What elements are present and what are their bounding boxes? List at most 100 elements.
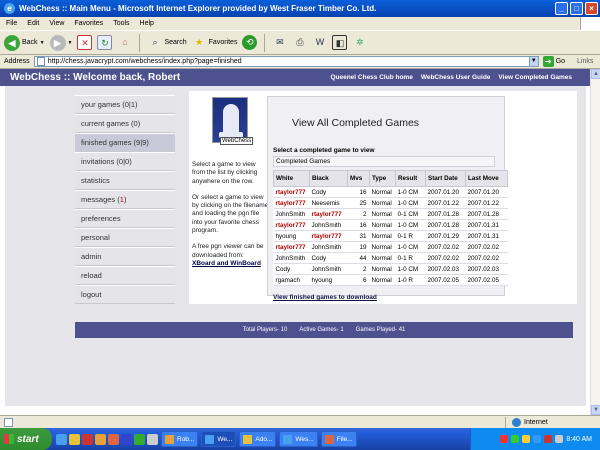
header-link-user-guide[interactable]: WebChess User Guide xyxy=(421,74,491,81)
menu-tools[interactable]: Tools xyxy=(113,20,129,27)
app-icon[interactable] xyxy=(95,433,106,445)
table-row[interactable]: rtaylor777 JohnSmith 19 Normal 1-0 CM 20… xyxy=(273,241,508,253)
menu-favorites[interactable]: Favorites xyxy=(74,20,103,27)
table-caption: Completed Games xyxy=(273,156,495,167)
close-icon[interactable]: × xyxy=(585,2,598,15)
sidebar-item-logout[interactable]: logout xyxy=(75,285,175,304)
taskbar-task[interactable]: Rob... xyxy=(161,431,199,447)
taskbar-task[interactable]: We... xyxy=(201,431,237,447)
sidebar-item-current-games[interactable]: current games (0) xyxy=(75,114,175,133)
messenger-icon[interactable]: ✲ xyxy=(352,35,367,50)
toolbar: ◀ Back ▼ ▶ ▼ ✕ ↻ ⌂ ⌕ Search ★ Favorites … xyxy=(0,30,600,55)
tray-icon[interactable] xyxy=(522,435,531,443)
window-title: WebChess :: Main Menu - Microsoft Intern… xyxy=(19,4,377,13)
header-link-completed-games[interactable]: View Completed Games xyxy=(498,74,572,81)
sidebar-item-invitations[interactable]: invitations (0|0) xyxy=(75,152,175,171)
start-button[interactable]: start xyxy=(0,428,52,450)
maximize-icon[interactable]: □ xyxy=(570,2,583,15)
menu-edit[interactable]: Edit xyxy=(27,20,39,27)
forward-button[interactable]: ▶ ▼ xyxy=(49,34,72,51)
sidebar-item-messages[interactable]: messages (1) xyxy=(75,190,175,209)
table-row[interactable]: rtaylor777 Neesemis 25 Normal 1-0 CM 200… xyxy=(273,197,508,209)
app-icon[interactable] xyxy=(147,433,158,445)
chevron-down-icon: ▼ xyxy=(39,39,45,46)
app-icon[interactable] xyxy=(108,433,119,445)
taskbar-task[interactable]: Ado... xyxy=(239,431,277,447)
edit-icon[interactable]: W xyxy=(312,35,327,50)
app-icon[interactable] xyxy=(82,433,93,445)
games-played: Games Played- 41 xyxy=(355,327,406,333)
intro-paragraph: Or select a game to view by clicking on … xyxy=(192,193,269,235)
window-titlebar: e WebChess :: Main Menu - Microsoft Inte… xyxy=(0,0,600,17)
star-icon: ★ xyxy=(195,37,204,47)
back-arrow-icon: ◀ xyxy=(4,34,20,51)
app-icon xyxy=(243,434,253,444)
address-url: http://chess.javacrypt.com/webchess/inde… xyxy=(47,58,242,65)
ie-icon[interactable] xyxy=(56,433,67,445)
refresh-icon[interactable]: ↻ xyxy=(97,35,113,50)
table-row[interactable]: rgamach hyoung 6 Normal 1-0 R 2007.02.05… xyxy=(273,274,508,286)
sidebar-menu: your games (0|1) current games (0) finis… xyxy=(75,95,175,304)
xboard-link[interactable]: XBoard and WinBoard xyxy=(192,260,261,267)
address-label: Address xyxy=(4,58,30,65)
go-button[interactable]: ➜ Go xyxy=(542,56,565,67)
page-icon xyxy=(4,417,13,427)
table-row[interactable]: JohnSmith rtaylor777 2 Normal 0-1 CM 200… xyxy=(273,208,508,220)
address-input[interactable]: http://chess.javacrypt.com/webchess/inde… xyxy=(33,56,539,67)
sidebar-item-admin[interactable]: admin xyxy=(75,247,175,266)
scroll-down-icon[interactable]: ▼ xyxy=(591,405,600,415)
sidebar-item-reload[interactable]: reload xyxy=(75,266,175,285)
mail-icon[interactable]: ✉ xyxy=(272,35,287,50)
stop-icon[interactable]: ✕ xyxy=(77,35,93,50)
games-table: White Black Mvs Type Result Start Date L… xyxy=(273,170,508,286)
table-row[interactable]: rtaylor777 Cody 16 Normal 1-0 CM 2007.01… xyxy=(273,186,508,198)
app-icon[interactable] xyxy=(134,433,145,445)
globe-icon xyxy=(512,418,521,427)
links-button[interactable]: Links xyxy=(577,58,593,65)
menu-help[interactable]: Help xyxy=(140,20,154,27)
vertical-scrollbar[interactable]: ▲ ▼ xyxy=(590,69,600,415)
folder-icon[interactable] xyxy=(69,433,80,445)
status-bar: Internet xyxy=(0,415,600,428)
page-title: WebChess :: Welcome back, Robert xyxy=(10,72,181,83)
sidebar-item-preferences[interactable]: preferences xyxy=(75,209,175,228)
menu-view[interactable]: View xyxy=(49,20,64,27)
sidebar-item-finished-games[interactable]: finished games (9|9) xyxy=(75,133,175,152)
discuss-icon[interactable]: ◧ xyxy=(332,35,348,50)
table-row[interactable]: Cody JohnSmith 2 Normal 1-0 CM 2007.02.0… xyxy=(273,263,508,275)
taskbar-task[interactable]: Wes... xyxy=(279,431,318,447)
sidebar-item-statistics[interactable]: statistics xyxy=(75,171,175,190)
sidebar-item-your-games[interactable]: your games (0|1) xyxy=(75,95,175,114)
print-icon[interactable]: ⎙ xyxy=(292,35,307,50)
folder-icon xyxy=(324,434,334,444)
sidebar-item-personal[interactable]: personal xyxy=(75,228,175,247)
table-row[interactable]: JohnSmith Cody 44 Normal 0-1 R 2007.02.0… xyxy=(273,252,508,264)
back-button[interactable]: ◀ Back ▼ xyxy=(4,34,45,51)
tray-icon[interactable] xyxy=(533,435,542,443)
tray-icon[interactable] xyxy=(511,435,520,443)
download-games-link[interactable]: View finished games to download xyxy=(273,294,377,301)
system-tray: 8:40 AM xyxy=(470,428,600,450)
history-icon[interactable]: ⟲ xyxy=(242,35,258,50)
search-button[interactable]: ⌕ Search xyxy=(147,35,186,50)
panel-subtitle: Select a completed game to view xyxy=(273,147,375,154)
address-dropdown-icon[interactable]: ▼ xyxy=(528,56,539,67)
table-row[interactable]: rtaylor777 JohnSmith 16 Normal 1-0 CM 20… xyxy=(273,219,508,231)
tray-icon[interactable] xyxy=(555,435,564,443)
minimize-icon[interactable]: _ xyxy=(555,2,568,15)
tray-icon[interactable] xyxy=(500,435,509,443)
page-icon xyxy=(36,57,45,66)
taskbar-task[interactable]: File... xyxy=(320,431,357,447)
header-link-club-home[interactable]: Queenel Chess Club home xyxy=(330,74,412,81)
tray-icon[interactable] xyxy=(544,435,553,443)
table-row[interactable]: hyoung rtaylor777 31 Normal 0-1 R 2007.0… xyxy=(273,230,508,242)
home-icon[interactable]: ⌂ xyxy=(117,35,132,50)
zone-label: Internet xyxy=(524,419,548,426)
app-icon[interactable] xyxy=(121,433,132,445)
clock: 8:40 AM xyxy=(566,435,592,443)
scroll-up-icon[interactable]: ▲ xyxy=(591,69,600,79)
favorites-button[interactable]: ★ Favorites xyxy=(192,35,237,50)
col-last-move: Last Move xyxy=(465,170,508,187)
browser-viewport: WebChess :: Welcome back, Robert Queenel… xyxy=(0,69,590,415)
menu-file[interactable]: File xyxy=(6,20,17,27)
